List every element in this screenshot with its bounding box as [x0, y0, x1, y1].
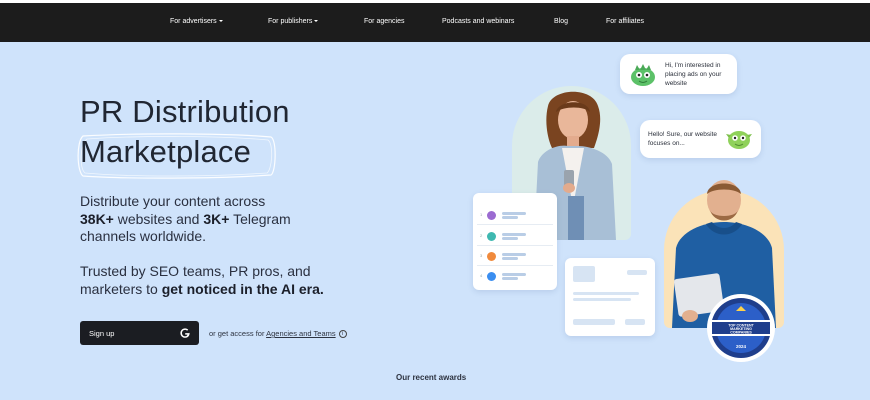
divider: [477, 265, 553, 266]
divider: [477, 224, 553, 225]
form-line: [573, 298, 631, 301]
telegram-count: 3K+: [203, 210, 230, 227]
top-navigation: For advertisers For publishers For agenc…: [0, 3, 870, 42]
form-card: [565, 258, 655, 336]
form-field: [573, 319, 615, 325]
nav-for-agencies[interactable]: For agencies: [364, 18, 404, 25]
list-bar: [502, 253, 526, 256]
nav-for-affiliates[interactable]: For affiliates: [606, 18, 644, 25]
list-item: 2: [480, 231, 550, 241]
trust-line-2: marketers to: [80, 280, 162, 297]
list-number: 3: [480, 253, 483, 258]
info-icon[interactable]: i: [338, 330, 347, 339]
nav-label: For agencies: [364, 18, 405, 25]
title-line-1: PR Distribution: [80, 94, 290, 129]
hero-description: Distribute your content across 38K+ webs…: [80, 193, 291, 246]
desc-text: websites and: [113, 210, 204, 227]
category-dot: [487, 232, 496, 241]
desc-line-1: Distribute your content across: [80, 193, 266, 209]
form-button: [625, 319, 645, 325]
nav-for-advertisers[interactable]: For advertisers: [170, 18, 223, 25]
list-bar: [502, 257, 518, 260]
list-bar: [502, 212, 526, 215]
sign-up-button[interactable]: Sign up: [80, 321, 199, 345]
nav-podcasts-webinars[interactable]: Podcasts and webinars: [442, 18, 514, 25]
green-monster-icon: [726, 131, 752, 149]
website-count: 38K+: [80, 210, 114, 227]
nav-label: Podcasts and webinars: [442, 18, 515, 25]
divider: [477, 245, 553, 246]
nav-for-publishers[interactable]: For publishers: [268, 18, 319, 25]
form-line: [573, 292, 639, 295]
access-prefix: or get access for: [209, 329, 267, 338]
list-number: 4: [480, 273, 483, 278]
desc-text: Telegram: [229, 210, 291, 227]
hero-trust-text: Trusted by SEO teams, PR pros, and marke…: [80, 263, 324, 298]
bubble-text: Hello! Sure, our website focuses on...: [648, 131, 718, 147]
chat-bubble-publisher: Hello! Sure, our website focuses on...: [640, 120, 761, 158]
site-list-card: 1 2 3 4: [473, 193, 557, 290]
trust-highlight: get noticed in the AI era.: [161, 280, 324, 297]
list-bar: [502, 233, 526, 236]
desc-line-3: channels worldwide.: [80, 228, 207, 244]
list-item: 3: [480, 251, 550, 261]
badge-line-3: COMPANIES: [730, 331, 752, 335]
chevron-down-icon: [218, 20, 223, 23]
agencies-teams-link[interactable]: Agencies and Teams: [266, 329, 336, 338]
green-monster-icon: [631, 64, 655, 86]
list-bar: [502, 277, 518, 280]
list-item: 1: [480, 210, 550, 220]
list-bar: [502, 216, 518, 219]
nav-label: For advertisers: [170, 18, 217, 25]
chevron-down-icon: [314, 20, 319, 23]
google-icon: [180, 328, 190, 338]
award-badge: TOP CONTENT MARKETING COMPANIES 2024: [707, 294, 775, 362]
form-thumb: [573, 266, 595, 282]
title-line-2: Marketplace: [80, 134, 252, 169]
list-item: 4: [480, 271, 550, 281]
chat-bubble-advertiser: Hi, I'm interested in placing ads on you…: [620, 54, 737, 94]
access-text: or get access for Agencies and Teams i: [209, 329, 347, 339]
nav-label: For affiliates: [606, 18, 644, 25]
category-dot: [487, 252, 496, 261]
badge-year: 2024: [736, 344, 747, 349]
nav-blog[interactable]: Blog: [554, 18, 568, 25]
category-dot: [487, 272, 496, 281]
nav-label: Blog: [554, 18, 569, 25]
list-number: 1: [480, 212, 483, 217]
list-number: 2: [480, 233, 483, 238]
page-title: PR Distribution Marketplace: [80, 92, 290, 172]
form-chip: [627, 270, 647, 275]
sign-up-label: Sign up: [89, 328, 115, 338]
trust-line-1: Trusted by SEO teams, PR pros, and: [80, 263, 311, 279]
list-bar: [502, 237, 518, 240]
bubble-text: Hi, I'm interested in placing ads on you…: [665, 62, 722, 87]
list-bar: [502, 273, 526, 276]
awards-heading: Our recent awards: [396, 373, 467, 382]
nav-label: For publishers: [268, 18, 313, 25]
category-dot: [487, 211, 496, 220]
